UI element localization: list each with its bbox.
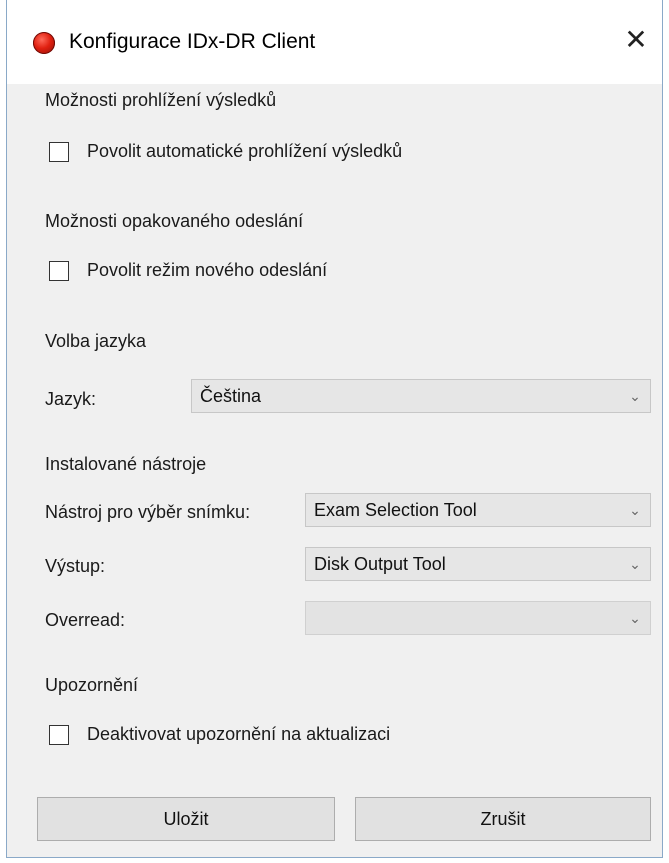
image-selection-value: Exam Selection Tool bbox=[314, 499, 477, 520]
chevron-down-icon: ⌄ bbox=[629, 387, 641, 404]
image-selection-dropdown[interactable]: Exam Selection Tool ⌄ bbox=[305, 493, 651, 527]
notifications-section-label: Upozornění bbox=[45, 675, 139, 695]
chevron-down-icon: ⌄ bbox=[629, 609, 641, 626]
disable-update-notifications-checkbox[interactable] bbox=[49, 724, 69, 745]
resend-mode-checkbox[interactable] bbox=[49, 260, 69, 281]
output-label: Výstup: bbox=[45, 556, 106, 576]
auto-results-view-label: Povolit automatické prohlížení výsledků bbox=[87, 141, 403, 161]
language-section-label: Volba jazyka bbox=[45, 331, 147, 351]
cancel-button[interactable]: Zrušit bbox=[355, 797, 651, 841]
auto-results-view-checkbox[interactable] bbox=[49, 141, 69, 162]
overread-dropdown[interactable]: ⌄ bbox=[305, 601, 651, 635]
language-field-label: Jazyk: bbox=[45, 389, 97, 409]
disable-update-notifications-option[interactable]: Deaktivovat upozornění na aktualizaci bbox=[49, 724, 390, 745]
results-view-section-label: Možnosti prohlížení výsledků bbox=[45, 90, 277, 110]
overread-label: Overread: bbox=[45, 610, 126, 630]
output-dropdown[interactable]: Disk Output Tool ⌄ bbox=[305, 547, 651, 581]
chevron-down-icon: ⌄ bbox=[629, 555, 641, 572]
language-dropdown[interactable]: Čeština ⌄ bbox=[191, 379, 651, 413]
resend-mode-option[interactable]: Povolit režim nového odeslání bbox=[49, 260, 327, 281]
resend-mode-label: Povolit režim nového odeslání bbox=[87, 260, 328, 280]
chevron-down-icon: ⌄ bbox=[629, 501, 641, 518]
tools-section-label: Instalované nástroje bbox=[45, 454, 207, 474]
resend-section-label: Možnosti opakovaného odeslání bbox=[45, 211, 304, 231]
close-button[interactable]: ✕ bbox=[610, 14, 662, 66]
close-icon: ✕ bbox=[624, 24, 648, 55]
title-bar: Konfigurace IDx-DR Client ✕ bbox=[7, 0, 662, 84]
output-value: Disk Output Tool bbox=[314, 553, 446, 574]
auto-results-view-option[interactable]: Povolit automatické prohlížení výsledků bbox=[49, 141, 402, 162]
app-logo-icon bbox=[33, 32, 55, 54]
image-selection-label: Nástroj pro výběr snímku: bbox=[45, 502, 251, 522]
disable-update-notifications-label: Deaktivovat upozornění na aktualizaci bbox=[87, 724, 391, 744]
language-dropdown-value: Čeština bbox=[200, 385, 262, 406]
window-title: Konfigurace IDx-DR Client bbox=[69, 30, 316, 53]
config-dialog: Konfigurace IDx-DR Client ✕ Možnosti pro… bbox=[6, 0, 663, 858]
save-button[interactable]: Uložit bbox=[37, 797, 335, 841]
dialog-content: Možnosti prohlížení výsledků Povolit aut… bbox=[7, 84, 662, 857]
